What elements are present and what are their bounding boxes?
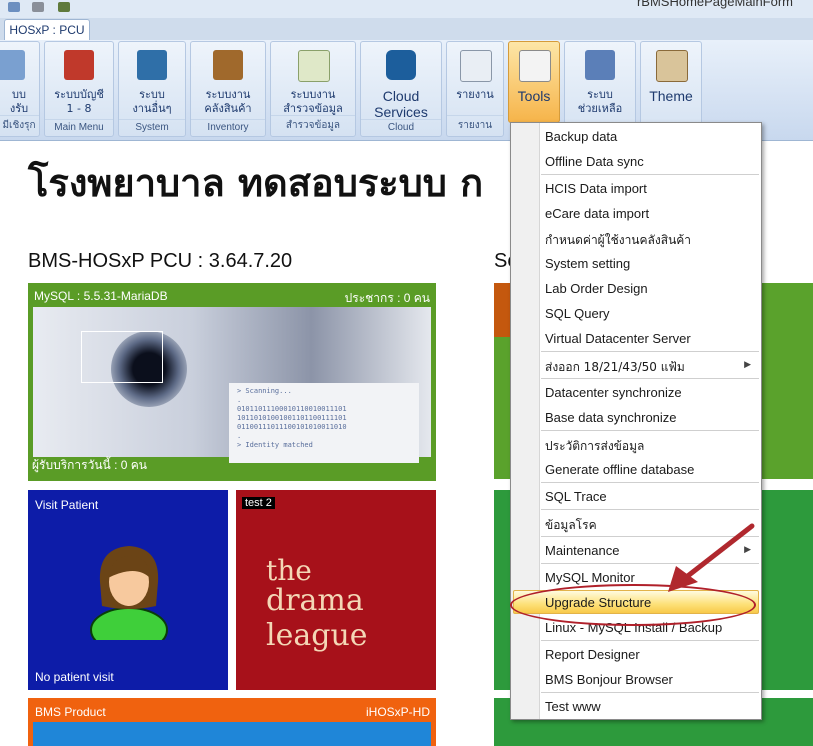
menu-item-inventory-user-settings[interactable]: กำหนดค่าผู้ใช้งานคลังสินค้า xyxy=(545,231,691,250)
tile-title: Visit Patient xyxy=(35,498,99,512)
patient-avatar-icon xyxy=(90,546,168,640)
menu-separator xyxy=(541,509,759,510)
title-bar: rBMSHomePageMainForm xyxy=(0,0,813,18)
ribbon-label: ระบบงาน สำรวจข้อมูล xyxy=(283,88,343,115)
help-book-icon xyxy=(585,50,615,80)
report-icon xyxy=(460,50,492,82)
scan-frame xyxy=(81,331,163,383)
tools-icon xyxy=(519,50,551,82)
product-image xyxy=(33,722,431,746)
ribbon-label: Cloud Services xyxy=(374,88,428,120)
clipboard-icon xyxy=(298,50,330,82)
menu-item-virtual-datacenter-server[interactable]: Virtual Datacenter Server xyxy=(545,331,691,346)
menu-item-sql-trace[interactable]: SQL Trace xyxy=(545,489,607,504)
menu-item-lab-order-design[interactable]: Lab Order Design xyxy=(545,281,648,296)
logo-word: drama league xyxy=(266,583,368,653)
menu-item-generate-offline-database[interactable]: Generate offline database xyxy=(545,462,694,477)
ribbon-caption: System xyxy=(119,119,185,133)
menu-item-base-data-synchronize[interactable]: Base data synchronize xyxy=(545,410,677,425)
menu-item-datacenter-synchronize[interactable]: Datacenter synchronize xyxy=(545,385,682,400)
person-icon xyxy=(0,50,25,80)
menu-separator xyxy=(541,174,759,175)
menu-item-report-designer[interactable]: Report Designer xyxy=(545,647,640,662)
ribbon-caption: Inventory xyxy=(191,119,265,133)
scan-text: > Scanning... . 010110111000101100100111… xyxy=(229,383,419,463)
ribbon-group-cloud[interactable]: Cloud Services Cloud xyxy=(360,41,442,137)
quick-access-save-icon[interactable] xyxy=(8,2,20,12)
ribbon-label: Theme xyxy=(649,88,693,104)
menu-item-mysql-monitor[interactable]: MySQL Monitor xyxy=(545,570,635,585)
menu-item-maintenance[interactable]: Maintenance xyxy=(545,543,619,558)
tile-status: No patient visit xyxy=(35,670,114,684)
menu-separator xyxy=(541,351,759,352)
ribbon-caption: รายงาน xyxy=(447,115,503,133)
ribbon-label: ระบบ ช่วยเหลือ xyxy=(577,88,623,115)
menu-item-ecare-data-import[interactable]: eCare data import xyxy=(545,206,649,221)
ribbon-caption: มีเชิงรุก xyxy=(0,115,39,133)
quick-access-icon[interactable] xyxy=(58,2,70,12)
ribbon-caption: Cloud xyxy=(361,119,441,133)
cloud-icon xyxy=(386,50,416,80)
submenu-arrow-icon: ▶ xyxy=(744,360,751,370)
mysql-version: MySQL : 5.5.31-MariaDB xyxy=(34,289,168,303)
quick-access-icon[interactable] xyxy=(32,2,44,12)
tile-subtitle: iHOSxP-HD xyxy=(365,705,430,719)
ribbon-label: บบ งรับ xyxy=(9,88,29,115)
ribbon-label: ระบบบัญชี 1 - 8 xyxy=(54,88,104,115)
eye-scan-image: > Scanning... . 010110111000101100100111… xyxy=(33,307,431,463)
menu-separator xyxy=(541,482,759,483)
boxes-icon xyxy=(213,50,243,80)
version-label: BMS-HOSxP PCU : 3.64.7.20 xyxy=(28,250,293,272)
ribbon-caption: Main Menu xyxy=(45,119,113,133)
menu-item-test-www[interactable]: Test www xyxy=(545,699,601,714)
menu-item-offline-data-sync[interactable]: Offline Data sync xyxy=(545,154,644,169)
book-icon xyxy=(137,50,167,80)
menu-separator xyxy=(541,430,759,431)
menu-item-send-history[interactable]: ประวัติการส่งข้อมูล xyxy=(545,437,644,456)
annotation-arrow-icon xyxy=(668,523,755,592)
menu-separator xyxy=(541,378,759,379)
window-title: rBMSHomePageMainForm xyxy=(636,0,793,9)
today-visitors: ผู้รับบริการวันนี้ : 0 คน xyxy=(32,458,147,472)
menu-item-export-files[interactable]: ส่งออก 18/21/43/50 แฟ้ม xyxy=(545,358,685,377)
ribbon-group-survey[interactable]: ระบบงาน สำรวจข้อมูล สำรวจข้อมูล xyxy=(270,41,356,137)
menu-item-hcis-data-import[interactable]: HCIS Data import xyxy=(545,181,647,196)
menu-icon-gutter xyxy=(511,123,540,719)
tile-bms-product[interactable]: BMS Product iHOSxP-HD xyxy=(28,698,436,746)
menu-separator xyxy=(541,692,759,693)
menu-item-disease-data[interactable]: ข้อมูลโรค xyxy=(545,516,597,535)
population-count: ประชากร : 0 คน xyxy=(344,291,430,305)
menu-item-system-setting[interactable]: System setting xyxy=(545,256,630,271)
ribbon-caption: สำรวจข้อมูล xyxy=(271,115,355,133)
menu-item-bms-bonjour-browser[interactable]: BMS Bonjour Browser xyxy=(545,672,673,687)
ribbon-group-main-menu[interactable]: ระบบบัญชี 1 - 8 Main Menu xyxy=(44,41,114,137)
tools-dropdown-menu: Backup data Offline Data sync HCIS Data … xyxy=(510,122,762,720)
tab-hosxp-pcu[interactable]: HOSxP : PCU xyxy=(4,19,90,40)
ribbon-button-tools[interactable]: Tools xyxy=(508,41,560,123)
tile-title: BMS Product xyxy=(35,705,106,719)
ribbon-label: รายงาน xyxy=(456,88,494,101)
ribbon-group-report[interactable]: รายงาน รายงาน xyxy=(446,41,504,137)
ribbon-group-system[interactable]: ระบบ งานอื่นๆ System xyxy=(118,41,186,137)
house-icon xyxy=(64,50,94,80)
tile-mysql[interactable]: MySQL : 5.5.31-MariaDB ประชากร : 0 คน > … xyxy=(28,283,436,481)
ribbon-tab-row: HOSxP : PCU xyxy=(0,18,813,41)
tile-visit-patient[interactable]: Visit Patient No patient visit xyxy=(28,490,228,690)
ribbon-group-inventory[interactable]: ระบบงาน คลังสินค้า Inventory xyxy=(190,41,266,137)
tile-title: test 2 xyxy=(242,497,275,509)
ribbon-label: ระบบงาน คลังสินค้า xyxy=(204,88,252,115)
tile-test-2[interactable]: test 2 the drama league xyxy=(236,490,436,690)
menu-separator xyxy=(541,640,759,641)
menu-item-sql-query[interactable]: SQL Query xyxy=(545,306,610,321)
paintbrush-icon xyxy=(656,50,688,82)
ribbon-label: ระบบ งานอื่นๆ xyxy=(132,88,172,115)
drama-league-logo: the drama league xyxy=(266,554,436,653)
menu-item-backup-data[interactable]: Backup data xyxy=(545,129,617,144)
ribbon-label: Tools xyxy=(517,88,551,104)
ribbon-group-first-aid[interactable]: บบ งรับ มีเชิงรุก xyxy=(0,41,40,137)
hospital-title: โรงพยาบาล ทดสอบระบบ ก xyxy=(28,161,484,205)
tile-accent-bar xyxy=(494,283,510,337)
